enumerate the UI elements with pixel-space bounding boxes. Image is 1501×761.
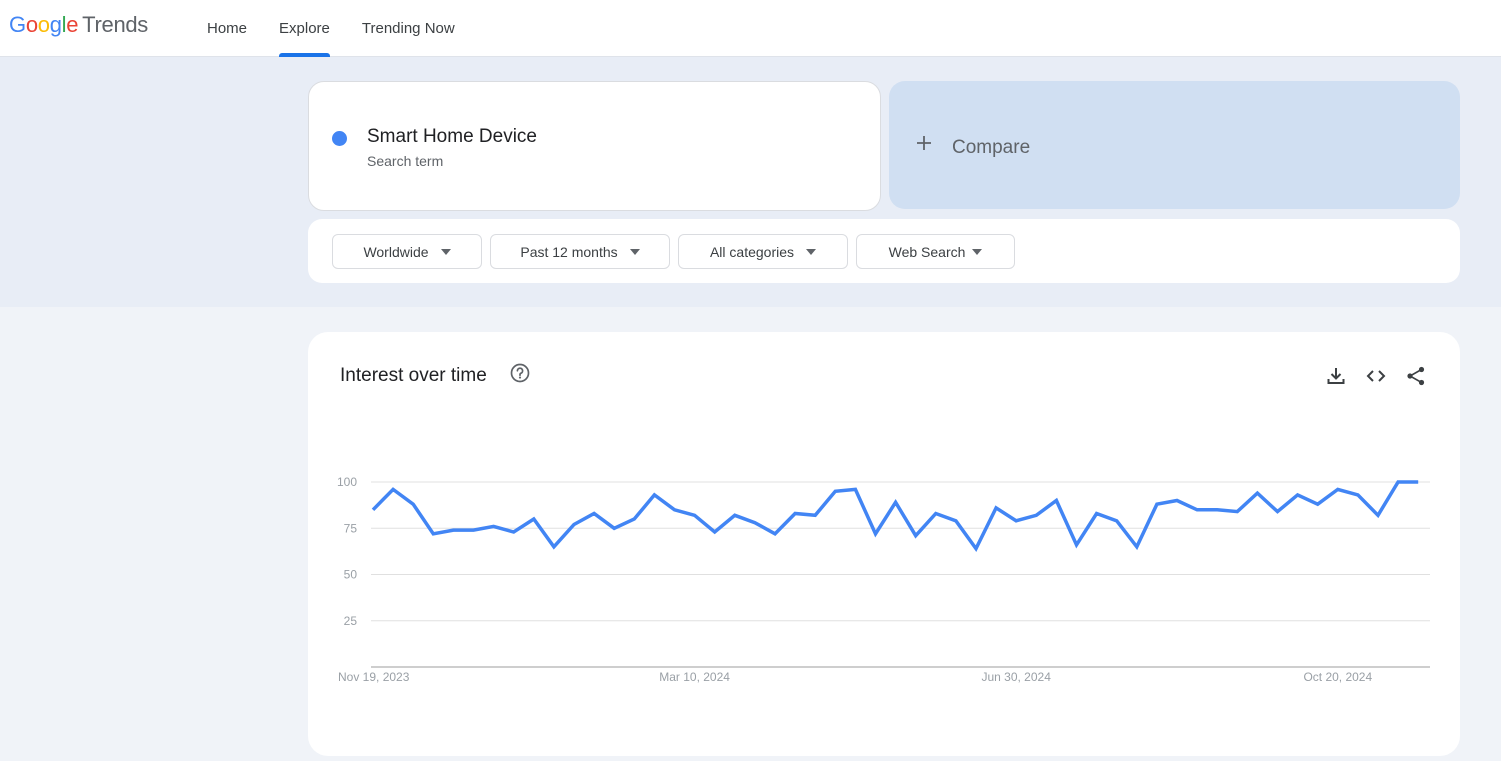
google-trends-logo[interactable]: Google Trends [9, 12, 148, 38]
data-point: 93 [1356, 493, 1360, 497]
plus-icon [915, 133, 933, 157]
data-point: 82 [813, 513, 817, 517]
data-point: 83 [592, 511, 596, 515]
interest-line-chart[interactable]: 25 50 75 100 Nov 19, 2023 Mar 10, 2024 Jun 30,… [308, 332, 1460, 756]
y-tick-label: 25 [344, 614, 358, 628]
data-point: 65 [1135, 545, 1139, 549]
data-point: 82 [693, 513, 697, 517]
data-point: 85 [371, 508, 375, 512]
logo-product-name: Trends [82, 12, 149, 37]
data-point: 74 [472, 528, 476, 532]
data-point: 96 [391, 487, 395, 491]
top-app-bar: Google Trends Home Explore Trending Now [0, 0, 1501, 57]
main-nav: Home Explore Trending Now [207, 0, 487, 57]
data-point: 82 [733, 513, 737, 517]
data-point: 76 [492, 524, 496, 528]
series-color-dot [332, 131, 347, 146]
data-point: 72 [874, 532, 878, 536]
data-point: 90 [1175, 499, 1179, 503]
x-tick-label: Jun 30, 2024 [981, 670, 1051, 684]
data-point: 72 [773, 532, 777, 536]
data-point: 84 [1235, 510, 1239, 514]
compare-label: Compare [952, 137, 1031, 158]
data-point: 82 [1034, 513, 1038, 517]
filter-bar: Worldwide Past 12 months All categories … [308, 219, 1460, 283]
data-point: 85 [1215, 508, 1219, 512]
data-point: 64 [974, 547, 978, 551]
data-point: 71 [914, 534, 918, 538]
logo-letter: o [37, 12, 50, 37]
data-point: 83 [793, 511, 797, 515]
data-point: 80 [632, 517, 636, 521]
caret-down-icon [629, 248, 640, 255]
data-point: 96 [853, 487, 857, 491]
logo-letter: G [9, 12, 26, 37]
data-point: 75 [612, 526, 616, 530]
x-tick-label: Mar 10, 2024 [659, 670, 730, 684]
data-point: 80 [532, 517, 536, 521]
search-term-name[interactable]: Smart Home Device [367, 126, 537, 148]
data-point: 100 [1396, 480, 1400, 484]
data-point: 73 [512, 530, 516, 534]
filter-category-dropdown[interactable]: All categories [678, 234, 848, 269]
filter-label: Web Search [888, 243, 966, 260]
search-term-card[interactable]: Smart Home Device Search term [308, 81, 881, 211]
logo-letter: o [25, 12, 38, 37]
filter-time-dropdown[interactable]: Past 12 months [490, 234, 670, 269]
data-point: 83 [934, 511, 938, 515]
nav-explore[interactable]: Explore [279, 0, 330, 57]
data-point: 73 [713, 530, 717, 534]
y-tick-label: 50 [344, 568, 358, 582]
filter-label: All categories [709, 243, 795, 260]
data-point: 89 [894, 500, 898, 504]
data-point: 88 [411, 502, 415, 506]
data-point: 94 [1255, 491, 1259, 495]
logo-letter: g [49, 12, 62, 37]
data-point: 74 [451, 528, 455, 532]
data-point: 93 [1296, 493, 1300, 497]
data-point: 72 [431, 532, 435, 536]
filter-region-dropdown[interactable]: Worldwide [332, 234, 482, 269]
data-point: 96 [1336, 487, 1340, 491]
data-point: 88 [1316, 502, 1320, 506]
data-point: 95 [833, 489, 837, 493]
series-line [371, 480, 1419, 552]
data-point: 84 [1276, 510, 1280, 514]
logo-letter: e [66, 12, 79, 37]
data-point: 86 [994, 506, 998, 510]
y-tick-label: 100 [337, 475, 357, 489]
data-point: 93 [652, 493, 656, 497]
nav-home[interactable]: Home [207, 0, 247, 57]
data-point: 85 [673, 508, 677, 512]
data-point: 83 [1095, 511, 1099, 515]
caret-down-icon [440, 248, 451, 255]
data-point: 77 [572, 523, 576, 527]
data-point: 100 [1416, 480, 1420, 484]
interest-over-time-card: Interest over time 25 50 75 100 Nov 19, 2023… [308, 332, 1460, 756]
data-point: 79 [954, 519, 958, 523]
search-term-type: Search term [367, 153, 444, 169]
data-point: 79 [1115, 519, 1119, 523]
filter-search-type-dropdown[interactable]: Web Search [856, 234, 1015, 269]
filter-label: Past 12 months [520, 243, 618, 260]
data-point: 65 [552, 545, 556, 549]
data-point: 82 [1376, 513, 1380, 517]
data-point: 85 [1195, 508, 1199, 512]
y-tick-label: 75 [344, 521, 358, 535]
caret-down-icon [972, 248, 983, 255]
data-point: 66 [1075, 543, 1079, 547]
data-point: 90 [1054, 499, 1058, 503]
x-tick-label: Nov 19, 2023 [338, 670, 410, 684]
filter-label: Worldwide [363, 243, 429, 260]
data-point: 88 [1155, 502, 1159, 506]
nav-trending-now[interactable]: Trending Now [362, 0, 455, 57]
data-point: 78 [753, 521, 757, 525]
x-tick-label: Oct 20, 2024 [1303, 670, 1372, 684]
compare-button[interactable]: Compare [889, 81, 1460, 209]
data-point: 79 [1014, 519, 1018, 523]
caret-down-icon [806, 248, 817, 255]
